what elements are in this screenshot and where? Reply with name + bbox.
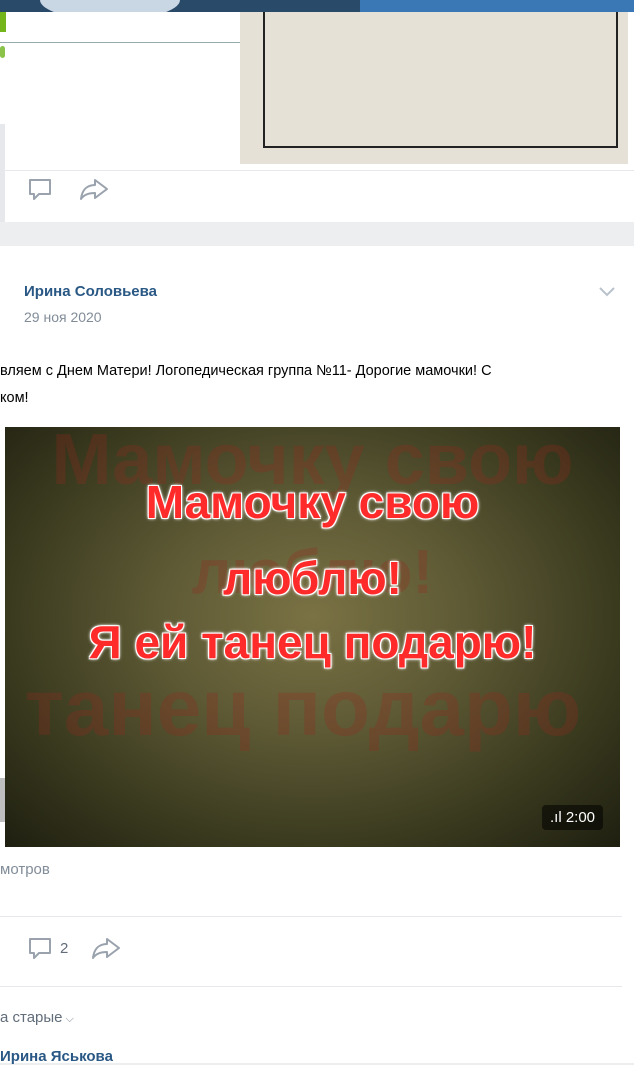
post-date[interactable]: 29 ноя 2020 — [24, 309, 102, 325]
divider — [0, 916, 622, 917]
comment-button[interactable]: 2 — [26, 934, 68, 962]
scroll-edge — [0, 778, 5, 822]
post-text: вляем с Днем Матери! Логопедическая груп… — [0, 363, 492, 406]
feed-gap — [0, 222, 634, 246]
comments-sort[interactable]: а старые ⌵ — [0, 1009, 74, 1026]
banner-shape — [40, 0, 180, 12]
video-title-line: Мамочку свою — [145, 476, 480, 528]
banner-shape — [360, 0, 634, 12]
scroll-edge — [0, 124, 5, 224]
share-icon[interactable] — [90, 934, 122, 962]
video-ghost-text: Й танец подарю — [5, 663, 582, 752]
comment-author[interactable]: Ирина Яськова — [0, 1048, 113, 1065]
image-frame — [263, 12, 618, 148]
chevron-down-icon: ⌵ — [65, 1013, 74, 1025]
post-actions — [26, 172, 110, 206]
comment-icon[interactable] — [26, 175, 54, 203]
sort-label: а старые — [0, 1009, 63, 1026]
comment-icon — [26, 934, 54, 962]
video-title-line: Я ей танец подарю! — [88, 616, 537, 668]
divider — [0, 170, 634, 171]
comment-count: 2 — [60, 939, 69, 957]
post-author[interactable]: Ирина Соловьева — [24, 283, 157, 300]
share-icon[interactable] — [78, 175, 110, 203]
brand-mark — [0, 12, 6, 32]
views-count: мотров — [0, 861, 50, 878]
divider — [0, 986, 622, 987]
post-image[interactable] — [240, 12, 628, 164]
video-title-line: люблю! — [223, 552, 402, 604]
brand-mark — [0, 46, 5, 58]
post-actions: 2 — [26, 934, 122, 962]
top-banner-strip — [0, 0, 634, 12]
divider — [0, 42, 240, 43]
video-player[interactable]: Мамочку свою люблю! Й танец подарю Мамоч… — [5, 427, 620, 847]
video-duration: .ıl 2:00 — [542, 805, 604, 830]
chevron-down-icon[interactable] — [597, 284, 617, 303]
